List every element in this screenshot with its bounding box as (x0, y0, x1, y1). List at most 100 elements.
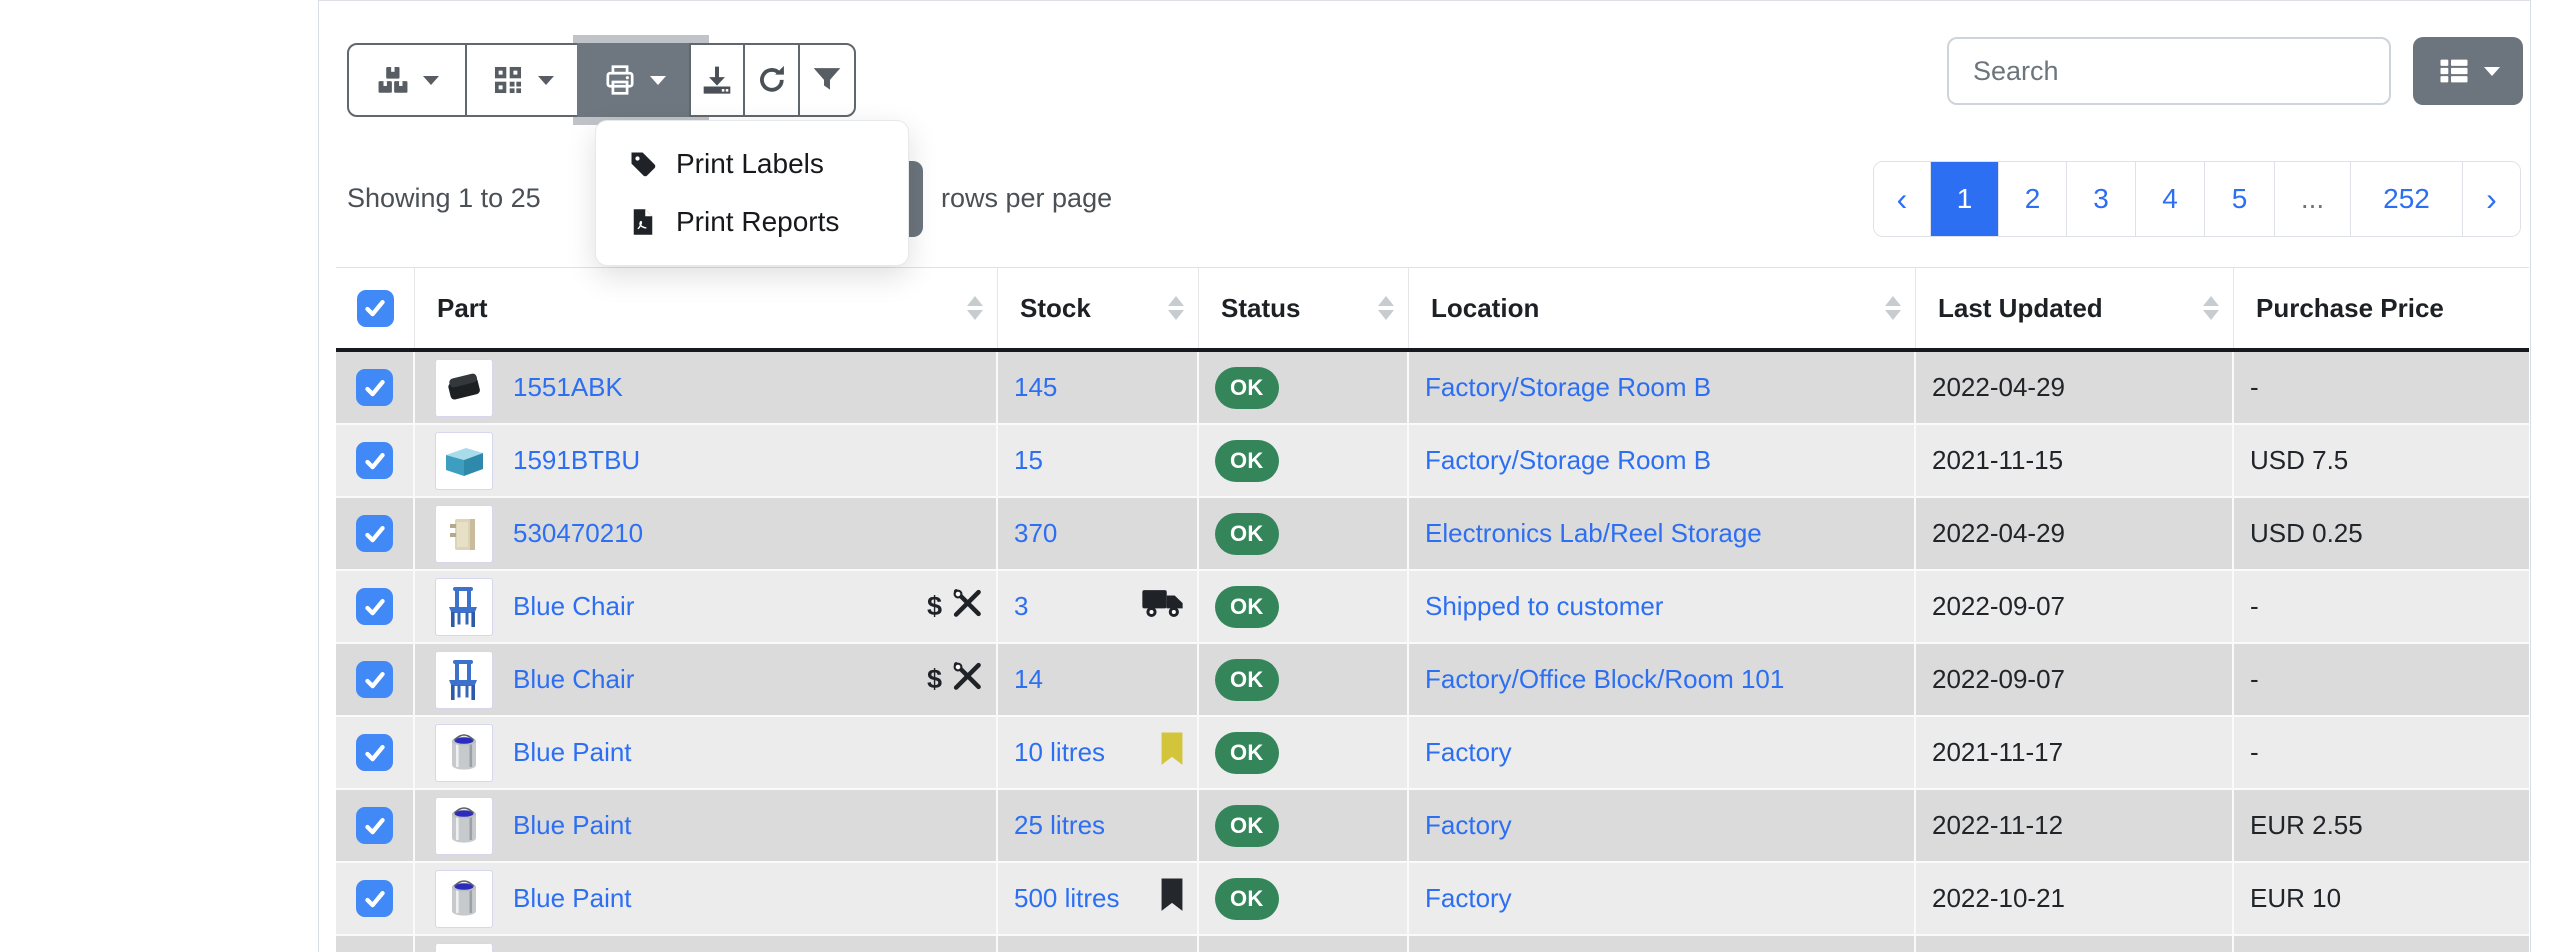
select-all-checkbox[interactable] (357, 290, 394, 327)
location-cell: Factory/Storage Room B (1409, 352, 1916, 425)
search-input[interactable] (1947, 37, 2391, 105)
location-link[interactable]: Factory (1425, 737, 1512, 768)
part-link[interactable]: 1551ABK (513, 372, 623, 403)
location-link[interactable]: Factory/Storage Room B (1425, 372, 1711, 403)
page-button-5[interactable]: 5 (2204, 162, 2274, 236)
tools-icon (952, 661, 982, 698)
status-badge: OK (1215, 367, 1279, 409)
page-button-2[interactable]: 2 (1998, 162, 2066, 236)
part-link[interactable]: 530470210 (513, 518, 643, 549)
row-checkbox[interactable] (356, 661, 393, 698)
column-header-location[interactable]: Location (1409, 268, 1916, 348)
location-link[interactable]: Factory/Office Block/Room 101 (1425, 664, 1784, 695)
stock-cell: 10 litres (998, 717, 1199, 790)
row-select-cell (336, 352, 415, 425)
part-link[interactable]: 1591BTBU (513, 445, 640, 476)
column-header-label: Status (1221, 293, 1300, 324)
table-row: 530470210370OKElectronics Lab/Reel Stora… (336, 498, 2529, 571)
page-next-button[interactable]: › (2462, 162, 2520, 236)
table-row: $ (336, 936, 2529, 952)
row-checkbox[interactable] (356, 515, 393, 552)
location-cell: Electronics Lab/Reel Storage (1409, 498, 1916, 571)
row-select-cell (336, 717, 415, 790)
sort-arrows-icon[interactable] (1885, 296, 1901, 320)
location-link[interactable]: Shipped to customer (1425, 591, 1663, 622)
row-checkbox[interactable] (356, 442, 393, 479)
boxes-icon (376, 63, 410, 97)
row-select-cell (336, 498, 415, 571)
column-header-purchase-price[interactable]: Purchase Price (2234, 268, 2529, 348)
download-button[interactable] (689, 43, 745, 117)
stock-link[interactable]: 3 (1014, 591, 1028, 622)
sort-arrows-icon[interactable] (2203, 296, 2219, 320)
stock-options-button[interactable] (347, 43, 467, 117)
part-link[interactable]: Blue Chair (513, 664, 634, 695)
page-button-3[interactable]: 3 (2066, 162, 2135, 236)
row-select-cell (336, 644, 415, 717)
stock-cell: 145 (998, 352, 1199, 425)
table-row: Blue Paint25 litresOKFactory2022-11-12EU… (336, 790, 2529, 863)
stock-link[interactable]: 145 (1014, 372, 1057, 403)
sort-arrows-icon[interactable] (967, 296, 983, 320)
table-panel: Showing 1 to 25 rows per page ‹12345...2… (318, 0, 2531, 952)
sort-arrows-icon[interactable] (1168, 296, 1184, 320)
column-header-stock[interactable]: Stock (998, 268, 1199, 348)
part-link[interactable]: Blue Chair (513, 591, 634, 622)
parts-table: PartStock Status Location Last UpdatedPurch… (336, 267, 2529, 952)
barcode-options-button[interactable] (465, 43, 579, 117)
last-updated-cell: 2021-11-15 (1916, 425, 2234, 498)
last-updated-cell: 2022-11-12 (1916, 790, 2234, 863)
part-link[interactable]: Blue Paint (513, 810, 632, 841)
row-checkbox[interactable] (356, 807, 393, 844)
sort-arrows-icon[interactable] (1378, 296, 1394, 320)
page-button-1[interactable]: 1 (1930, 162, 1998, 236)
page-button-252[interactable]: 252 (2350, 162, 2462, 236)
bookmark-yellow-icon (1159, 731, 1185, 774)
location-link[interactable]: Factory (1425, 883, 1512, 914)
page-prev-button[interactable]: ‹ (1874, 162, 1930, 236)
table-row: Blue Paint10 litresOKFactory2021-11-17- (336, 717, 2529, 790)
column-visibility-button[interactable] (2413, 37, 2523, 105)
dollar-icon: $ (927, 664, 942, 695)
row-checkbox[interactable] (356, 369, 393, 406)
row-checkbox[interactable] (356, 588, 393, 625)
row-select-cell (336, 425, 415, 498)
stock-link[interactable]: 14 (1014, 664, 1043, 695)
part-thumbnail (435, 797, 493, 855)
purchase-price-cell: - (2234, 717, 2529, 790)
menu-item-label: Print Labels (676, 148, 824, 180)
refresh-button[interactable] (743, 43, 800, 117)
row-checkbox[interactable] (356, 880, 393, 917)
stock-link[interactable]: 25 litres (1014, 810, 1105, 841)
stock-link[interactable]: 500 litres (1014, 883, 1120, 914)
page-button-4[interactable]: 4 (2135, 162, 2204, 236)
part-flag-icons: $ (927, 661, 982, 698)
location-link[interactable]: Electronics Lab/Reel Storage (1425, 518, 1762, 549)
menu-item-print-labels[interactable]: Print Labels (596, 135, 908, 193)
filter-button[interactable] (798, 43, 856, 117)
stock-link[interactable]: 10 litres (1014, 737, 1105, 768)
column-header-label: Location (1431, 293, 1539, 324)
column-header-last-updated[interactable]: Last Updated (1916, 268, 2234, 348)
location-link[interactable]: Factory/Storage Room B (1425, 445, 1711, 476)
last-updated-cell: 2022-04-29 (1916, 498, 2234, 571)
filter-icon (810, 63, 844, 97)
part-cell: 1551ABK (415, 352, 998, 425)
row-select-cell (336, 863, 415, 936)
column-header-status[interactable]: Status (1199, 268, 1409, 348)
row-checkbox[interactable] (356, 734, 393, 771)
location-link[interactable]: Factory (1425, 810, 1512, 841)
menu-item-print-reports[interactable]: Print Reports (596, 193, 908, 251)
part-cell: $ (415, 936, 998, 952)
row-select-cell (336, 936, 415, 952)
location-cell: Factory (1409, 863, 1916, 936)
stock-cell: 370 (998, 498, 1199, 571)
purchase-price-cell: EUR 10 (2234, 863, 2529, 936)
part-link[interactable]: Blue Paint (513, 883, 632, 914)
column-header-part[interactable]: Part (415, 268, 998, 348)
part-link[interactable]: Blue Paint (513, 737, 632, 768)
print-options-button[interactable] (577, 43, 691, 117)
rows-per-page-label: rows per page (941, 183, 1112, 214)
stock-link[interactable]: 15 (1014, 445, 1043, 476)
stock-link[interactable]: 370 (1014, 518, 1057, 549)
